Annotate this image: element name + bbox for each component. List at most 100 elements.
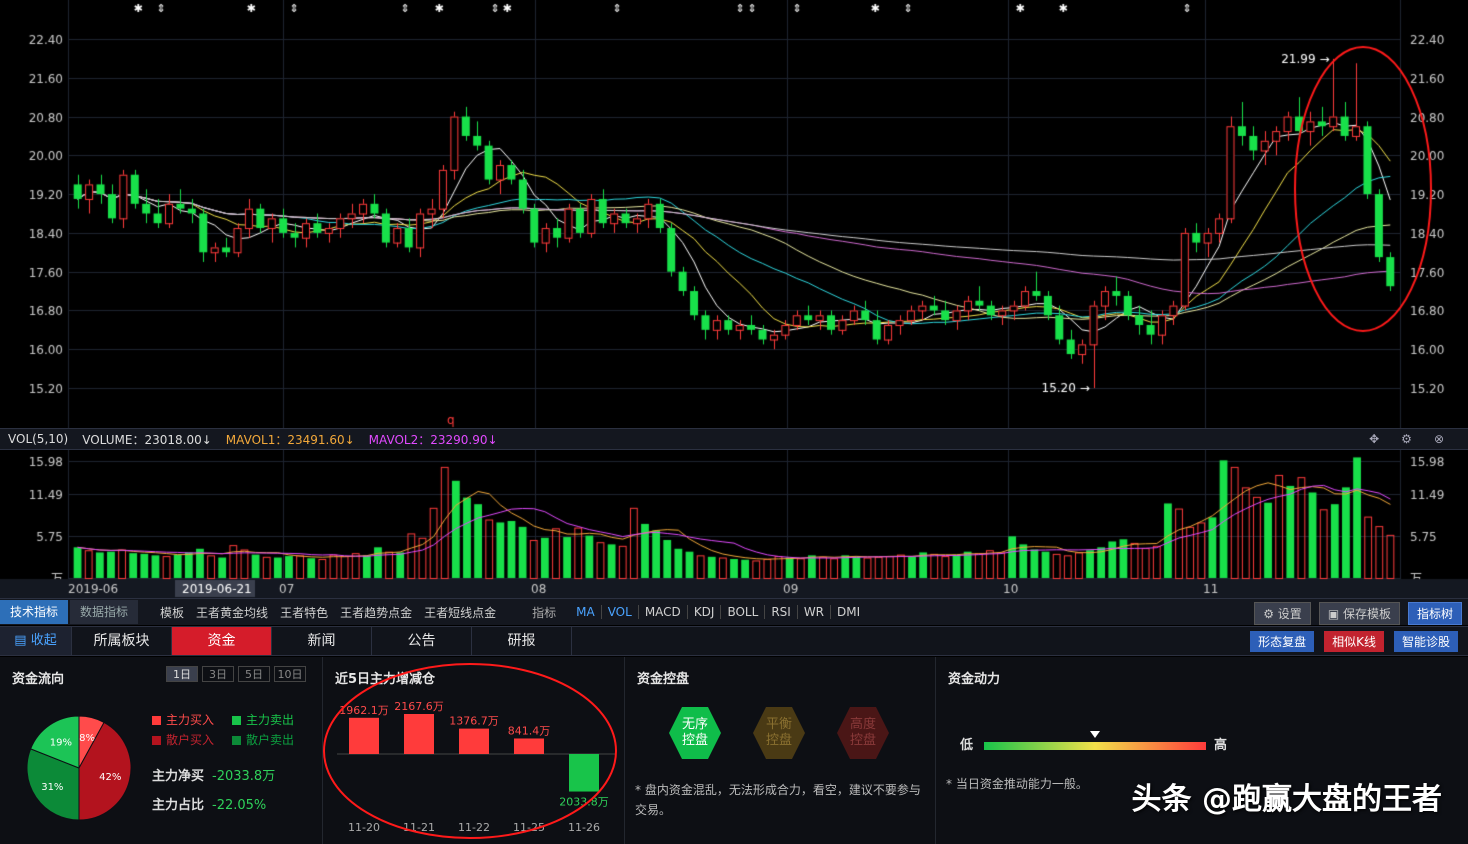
fund-power-note: * 当日资金推动能力一般。 bbox=[946, 777, 1088, 791]
collapse-icon: ▤ bbox=[14, 633, 31, 648]
tab-announcements[interactable]: 公告 bbox=[372, 627, 472, 655]
indicator-dmi[interactable]: DMI bbox=[831, 605, 866, 619]
hex-high-control: 高度 控盘 bbox=[837, 707, 889, 759]
vol-volume: VOLUME：23018.00↓ bbox=[82, 432, 212, 447]
legend-swatch bbox=[152, 716, 161, 725]
gear-icon: ⚙ bbox=[1263, 607, 1278, 621]
funds-panels: 资金流向 1日 3日 5日 10日 8% 42% 31% 19% 主力买入 主力卖出 … bbox=[0, 657, 1468, 844]
indicator-rsi[interactable]: RSI bbox=[765, 605, 797, 619]
pie-slice-label: 19% bbox=[50, 737, 72, 748]
king-trend-item[interactable]: 王者趋势点金 bbox=[334, 604, 418, 621]
pie-slice-label: 8% bbox=[79, 733, 95, 744]
indicator-wr[interactable]: WR bbox=[798, 605, 830, 619]
legend-swatch bbox=[232, 736, 241, 745]
save-icon: ▣ bbox=[1327, 607, 1343, 621]
king-short-item[interactable]: 王者短线点金 bbox=[418, 604, 502, 621]
period-10d-button[interactable]: 10日 bbox=[274, 666, 306, 682]
power-high-label: 高 bbox=[1214, 738, 1228, 753]
tab-funds[interactable]: 资金 bbox=[172, 627, 272, 655]
net-buy-label: 主力净买 bbox=[152, 769, 205, 784]
vol-mavol2: MAVOL2：23290.90↓ bbox=[368, 432, 498, 447]
fund-flow-pie: 8% 42% 31% 19% bbox=[26, 715, 132, 821]
smart-diagnosis-button[interactable]: 智能诊股 bbox=[1393, 631, 1458, 652]
tab-news[interactable]: 新闻 bbox=[272, 627, 372, 655]
tab-data-indicators[interactable]: 数据指标 bbox=[70, 600, 139, 624]
similar-kline-button[interactable]: 相似K线 bbox=[1324, 631, 1384, 652]
five-day-date-label: 11-26 bbox=[568, 821, 600, 834]
power-pointer-icon bbox=[1090, 731, 1100, 738]
indicator-tree-button[interactable]: 指标树 bbox=[1407, 602, 1462, 625]
pie-slice-label: 42% bbox=[99, 772, 121, 783]
fund-power-title: 资金动力 bbox=[948, 672, 1001, 687]
settings-button[interactable]: ⚙ 设置 bbox=[1254, 602, 1311, 625]
close-icon[interactable]: ⊗ bbox=[1434, 432, 1444, 446]
net-buy-value: -2033.8万 bbox=[212, 769, 276, 784]
hex-label: 平衡 控盘 bbox=[765, 717, 792, 748]
fund-control-note: * 盘内资金混乱，无法形成合力，看空，建议不要参与交易。 bbox=[635, 783, 921, 817]
legend-retail-buy: 散户买入 bbox=[152, 731, 214, 748]
legend-main-sell: 主力卖出 bbox=[232, 711, 294, 728]
indicator-boll[interactable]: BOLL bbox=[721, 605, 764, 619]
legend-main-sell-label: 主力卖出 bbox=[246, 713, 295, 727]
volume-header: VOL(5,10) VOLUME：23018.00↓ MAVOL1：23491.… bbox=[0, 428, 1468, 450]
five-day-bar bbox=[349, 717, 379, 754]
indicator-bar: 技术指标 数据指标 模板 王者黄金均线 王者特色 王者趋势点金 王者短线点金 指… bbox=[0, 598, 1468, 625]
hex-label: 无序 控盘 bbox=[681, 717, 708, 748]
pie-slice-label: 31% bbox=[41, 782, 63, 793]
collapse-button[interactable]: ▤ 收起 bbox=[0, 627, 72, 655]
net-buy-metric: 主力净买 -2033.8万 bbox=[152, 765, 275, 784]
five-day-bar bbox=[404, 714, 434, 754]
five-day-bar-chart: 1962.1万11-202167.6万11-211376.7万11-22841.… bbox=[323, 663, 617, 839]
watermark-text: 头条 @跑赢大盘的王者 bbox=[1131, 782, 1442, 817]
template-item[interactable]: 模板 bbox=[154, 604, 190, 621]
indicator-macd[interactable]: MACD bbox=[639, 605, 687, 619]
gear-icon[interactable]: ⚙ bbox=[1401, 432, 1412, 446]
period-5d-button[interactable]: 5日 bbox=[238, 666, 270, 682]
king-golden-ma-item[interactable]: 王者黄金均线 bbox=[190, 604, 274, 621]
save-template-button-label: 保存模板 bbox=[1342, 607, 1391, 621]
legend-swatch bbox=[232, 716, 241, 725]
collapse-button-label: 收起 bbox=[30, 633, 57, 648]
save-template-button[interactable]: ▣ 保存模板 bbox=[1318, 602, 1400, 625]
tab-sector[interactable]: 所属板块 bbox=[72, 627, 172, 655]
legend-retail-sell-label: 散户卖出 bbox=[246, 733, 295, 747]
five-day-bar-label: 2167.6万 bbox=[394, 700, 444, 713]
legend-retail-buy-label: 散户买入 bbox=[166, 733, 215, 747]
five-day-bar-label: 841.4万 bbox=[508, 724, 551, 737]
legend-main-buy-label: 主力买入 bbox=[166, 713, 215, 727]
move-icon[interactable]: ✥ bbox=[1369, 432, 1379, 446]
pattern-review-button[interactable]: 形态复盘 bbox=[1250, 631, 1315, 652]
hex-label: 高度 控盘 bbox=[849, 717, 876, 748]
fund-flow-title: 资金流向 bbox=[12, 672, 65, 687]
five-day-date-label: 11-22 bbox=[458, 821, 490, 834]
five-day-bar bbox=[569, 754, 599, 792]
period-1d-button[interactable]: 1日 bbox=[166, 666, 198, 682]
tab-technical-indicators[interactable]: 技术指标 bbox=[0, 600, 69, 624]
vol-title: VOL(5,10) bbox=[8, 432, 69, 446]
legend-swatch bbox=[152, 736, 161, 745]
fund-control-title: 资金控盘 bbox=[637, 672, 690, 687]
period-3d-button[interactable]: 3日 bbox=[202, 666, 234, 682]
hex-balance-control: 平衡 控盘 bbox=[753, 707, 805, 759]
tab-research[interactable]: 研报 bbox=[472, 627, 572, 655]
king-feature-item[interactable]: 王者特色 bbox=[274, 604, 334, 621]
indicator-kdj[interactable]: KDJ bbox=[688, 605, 721, 619]
indicator-vol[interactable]: VOL bbox=[602, 605, 638, 619]
five-day-date-label: 11-20 bbox=[348, 821, 380, 834]
main-ratio-label: 主力占比 bbox=[152, 798, 205, 813]
five-day-bar bbox=[514, 738, 544, 754]
volume-chart[interactable] bbox=[0, 450, 1468, 598]
legend-retail-sell: 散户卖出 bbox=[232, 731, 294, 748]
legend-main-buy: 主力买入 bbox=[152, 711, 214, 728]
vol-mavol1: MAVOL1：23491.60↓ bbox=[225, 432, 355, 447]
indicator-label: 指标 bbox=[532, 605, 557, 620]
hex-disorder-control: 无序 控盘 bbox=[669, 707, 721, 759]
bottom-nav: ▤ 收起 所属板块 资金 新闻 公告 研报 形态复盘 相似K线 智能诊股 bbox=[0, 626, 1468, 656]
main-ratio-value: -22.05% bbox=[212, 798, 267, 813]
candlestick-chart[interactable] bbox=[0, 0, 1468, 428]
five-day-bar-label: 1376.7万 bbox=[449, 715, 499, 728]
five-day-bar bbox=[459, 728, 489, 754]
five-day-panel: 近5日主力增减仓 1962.1万 11-20 2167.6万 11-21 1376.7万… bbox=[323, 657, 625, 844]
power-gradient-bar bbox=[984, 742, 1206, 750]
indicator-ma[interactable]: MA bbox=[570, 605, 601, 619]
